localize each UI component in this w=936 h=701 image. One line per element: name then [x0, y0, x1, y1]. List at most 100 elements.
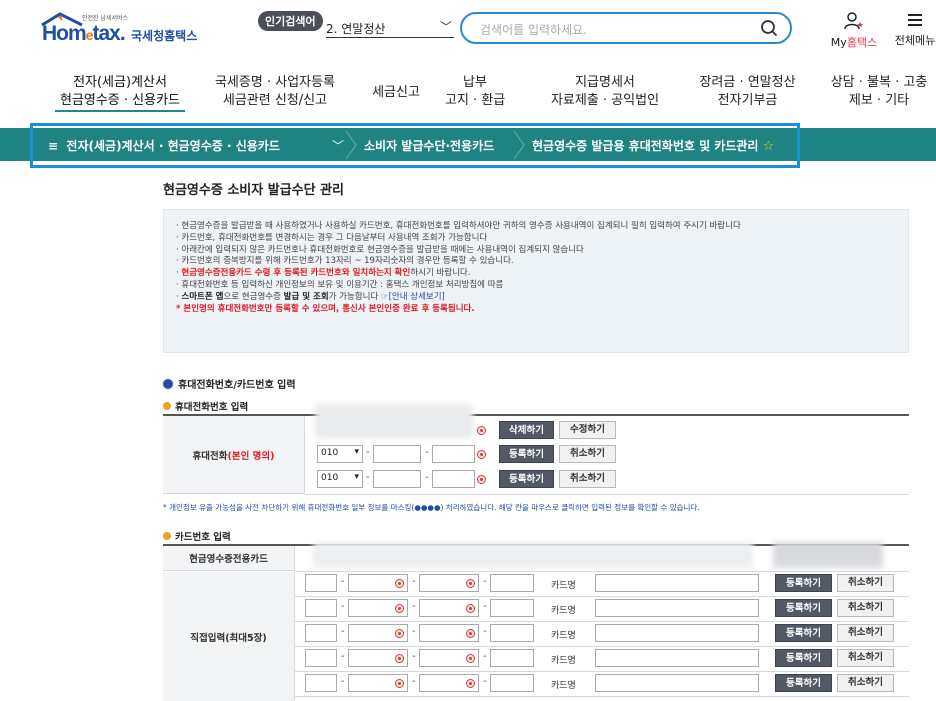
dash: -	[483, 676, 487, 687]
phone-middle-input[interactable]	[373, 470, 421, 488]
dash: -	[412, 626, 416, 637]
logo-wordmark: Hometax.	[42, 22, 126, 45]
chevron-down-icon: ﹀	[439, 20, 452, 34]
card-name-input[interactable]	[595, 574, 759, 592]
row-divider	[295, 571, 909, 572]
dash: -	[483, 601, 487, 612]
card-name-input[interactable]	[595, 649, 759, 667]
gnb-item-payment[interactable]: 납부 고지 · 환급	[445, 74, 505, 110]
row-divider	[295, 671, 909, 672]
dash: -	[412, 576, 416, 587]
dash: -	[483, 651, 487, 662]
register-button[interactable]: 등록하기	[499, 470, 554, 488]
card-name-label: 카드명	[551, 581, 576, 591]
my-hometax-button[interactable]: My홈택스	[826, 12, 882, 50]
row-divider	[295, 621, 909, 622]
reveal-icon[interactable]	[477, 475, 486, 484]
notice-box: · 현금영수증을 발급받을 때 사용하였거나 사용하실 카드번호, 휴대전화번호…	[163, 209, 909, 353]
page-title: 현금영수증 소비자 발급수단 관리	[163, 183, 345, 198]
breadcrumb-highlight-frame	[30, 123, 800, 168]
gnb-label-line2: 현금영수증 · 신용카드	[55, 92, 185, 112]
gnb-item-consult[interactable]: 상담 · 불복 · 고충 제보 · 기타	[822, 74, 936, 110]
card-number-part4-input[interactable]	[490, 574, 534, 592]
dash: -	[366, 447, 370, 458]
phone-last-input[interactable]	[432, 470, 475, 488]
chevron-down-icon: ▾	[354, 472, 359, 482]
edit-button[interactable]: 수정하기	[559, 421, 616, 439]
logo-korean: 국세청홈택스	[131, 29, 198, 43]
dash: -	[412, 601, 416, 612]
register-button[interactable]: 등록하기	[775, 649, 832, 667]
cancel-button[interactable]: 취소하기	[837, 624, 894, 642]
notice-item: · 현금영수증을 발급받을 때 사용하였거나 사용하실 카드번호, 휴대전화번호…	[176, 221, 741, 231]
all-menu-button[interactable]: 전체메뉴	[890, 12, 936, 48]
global-nav: 전자(세금)계산서 현금영수증 · 신용카드 국세증명 · 사업자등록 세금관련…	[0, 74, 936, 122]
register-button[interactable]: 등록하기	[775, 674, 832, 692]
search-input[interactable]: 검색어를 입력하세요.	[460, 12, 792, 44]
reveal-icon[interactable]	[466, 654, 475, 663]
reveal-icon[interactable]	[477, 426, 486, 435]
dash: -	[483, 576, 487, 587]
gnb-label-line1: 지급명세서	[575, 75, 635, 90]
reveal-icon[interactable]	[466, 579, 475, 588]
card-number-part1-input[interactable]	[305, 674, 337, 692]
cancel-button[interactable]: 취소하기	[559, 445, 616, 463]
cancel-button[interactable]: 취소하기	[837, 649, 894, 667]
reveal-icon[interactable]	[395, 679, 404, 688]
card-name-label: 카드명	[551, 606, 576, 616]
cancel-button[interactable]: 취소하기	[837, 574, 894, 592]
phone-middle-input[interactable]	[373, 445, 421, 463]
row-divider	[295, 596, 909, 597]
reveal-icon[interactable]	[395, 629, 404, 638]
register-button[interactable]: 등록하기	[775, 624, 832, 642]
card-number-part1-input[interactable]	[305, 599, 337, 617]
card-number-part4-input[interactable]	[490, 599, 534, 617]
card-name-input[interactable]	[595, 624, 759, 642]
card-name-input[interactable]	[595, 599, 759, 617]
masked-phone-number[interactable]	[315, 404, 473, 438]
hometax-logo[interactable]: 안전한 납세서비스 Hometax. 국세청홈택스	[40, 12, 210, 46]
guide-detail-link[interactable]: ☞[안내 상세보기]	[381, 292, 445, 302]
reveal-icon[interactable]	[395, 579, 404, 588]
search-icon[interactable]	[760, 19, 778, 37]
gnb-item-tax-return[interactable]: 세금신고	[366, 84, 426, 102]
gnb-item-einvoice[interactable]: 전자(세금)계산서 현금영수증 · 신용카드	[55, 74, 185, 112]
cancel-button[interactable]: 취소하기	[837, 599, 894, 617]
card-number-part1-input[interactable]	[305, 649, 337, 667]
reveal-icon[interactable]	[395, 604, 404, 613]
dash: -	[412, 676, 416, 687]
register-button[interactable]: 등록하기	[499, 445, 554, 463]
popular-search-select[interactable]: 2. 연말정산 ﹀	[326, 16, 454, 38]
phone-last-input[interactable]	[432, 445, 475, 463]
card-number-part4-input[interactable]	[490, 649, 534, 667]
dash: -	[366, 472, 370, 483]
row-divider	[295, 696, 909, 697]
card-number-part1-input[interactable]	[305, 574, 337, 592]
card-number-part1-input[interactable]	[305, 624, 337, 642]
reveal-icon[interactable]	[395, 654, 404, 663]
card-number-part4-input[interactable]	[490, 624, 534, 642]
dash: -	[341, 626, 345, 637]
reveal-icon[interactable]	[466, 629, 475, 638]
gnb-item-certificate[interactable]: 국세증명 · 사업자등록 세금관련 신청/신고	[205, 74, 345, 110]
reveal-icon[interactable]	[466, 604, 475, 613]
cancel-button[interactable]: 취소하기	[559, 470, 616, 488]
reveal-icon[interactable]	[477, 450, 486, 459]
reveal-icon[interactable]	[466, 679, 475, 688]
phone-prefix-select[interactable]: 010 ▾	[317, 445, 363, 463]
register-button[interactable]: 등록하기	[775, 574, 832, 592]
card-name-input[interactable]	[595, 674, 759, 692]
register-button[interactable]: 등록하기	[775, 599, 832, 617]
card-number-part4-input[interactable]	[490, 674, 534, 692]
phone-prefix-select[interactable]: 010 ▾	[317, 470, 363, 488]
gnb-label-line1: 세금신고	[372, 85, 420, 100]
gnb-item-incentive[interactable]: 장려금 · 연말정산 전자기부금	[690, 74, 805, 110]
delete-button[interactable]: 삭제하기	[499, 421, 554, 439]
hamburger-icon	[908, 14, 922, 26]
dash: -	[412, 651, 416, 662]
gnb-label-line1: 전자(세금)계산서	[73, 75, 167, 90]
gnb-item-statement[interactable]: 지급명세서 자료제출 · 공익법인	[540, 74, 670, 110]
cancel-button[interactable]: 취소하기	[837, 674, 894, 692]
notice-item: · 카드번호의 중복방지를 위해 카드번호가 13자리 ~ 19자리숫자의 경우…	[176, 256, 514, 267]
card-name-label: 카드명	[551, 681, 576, 691]
